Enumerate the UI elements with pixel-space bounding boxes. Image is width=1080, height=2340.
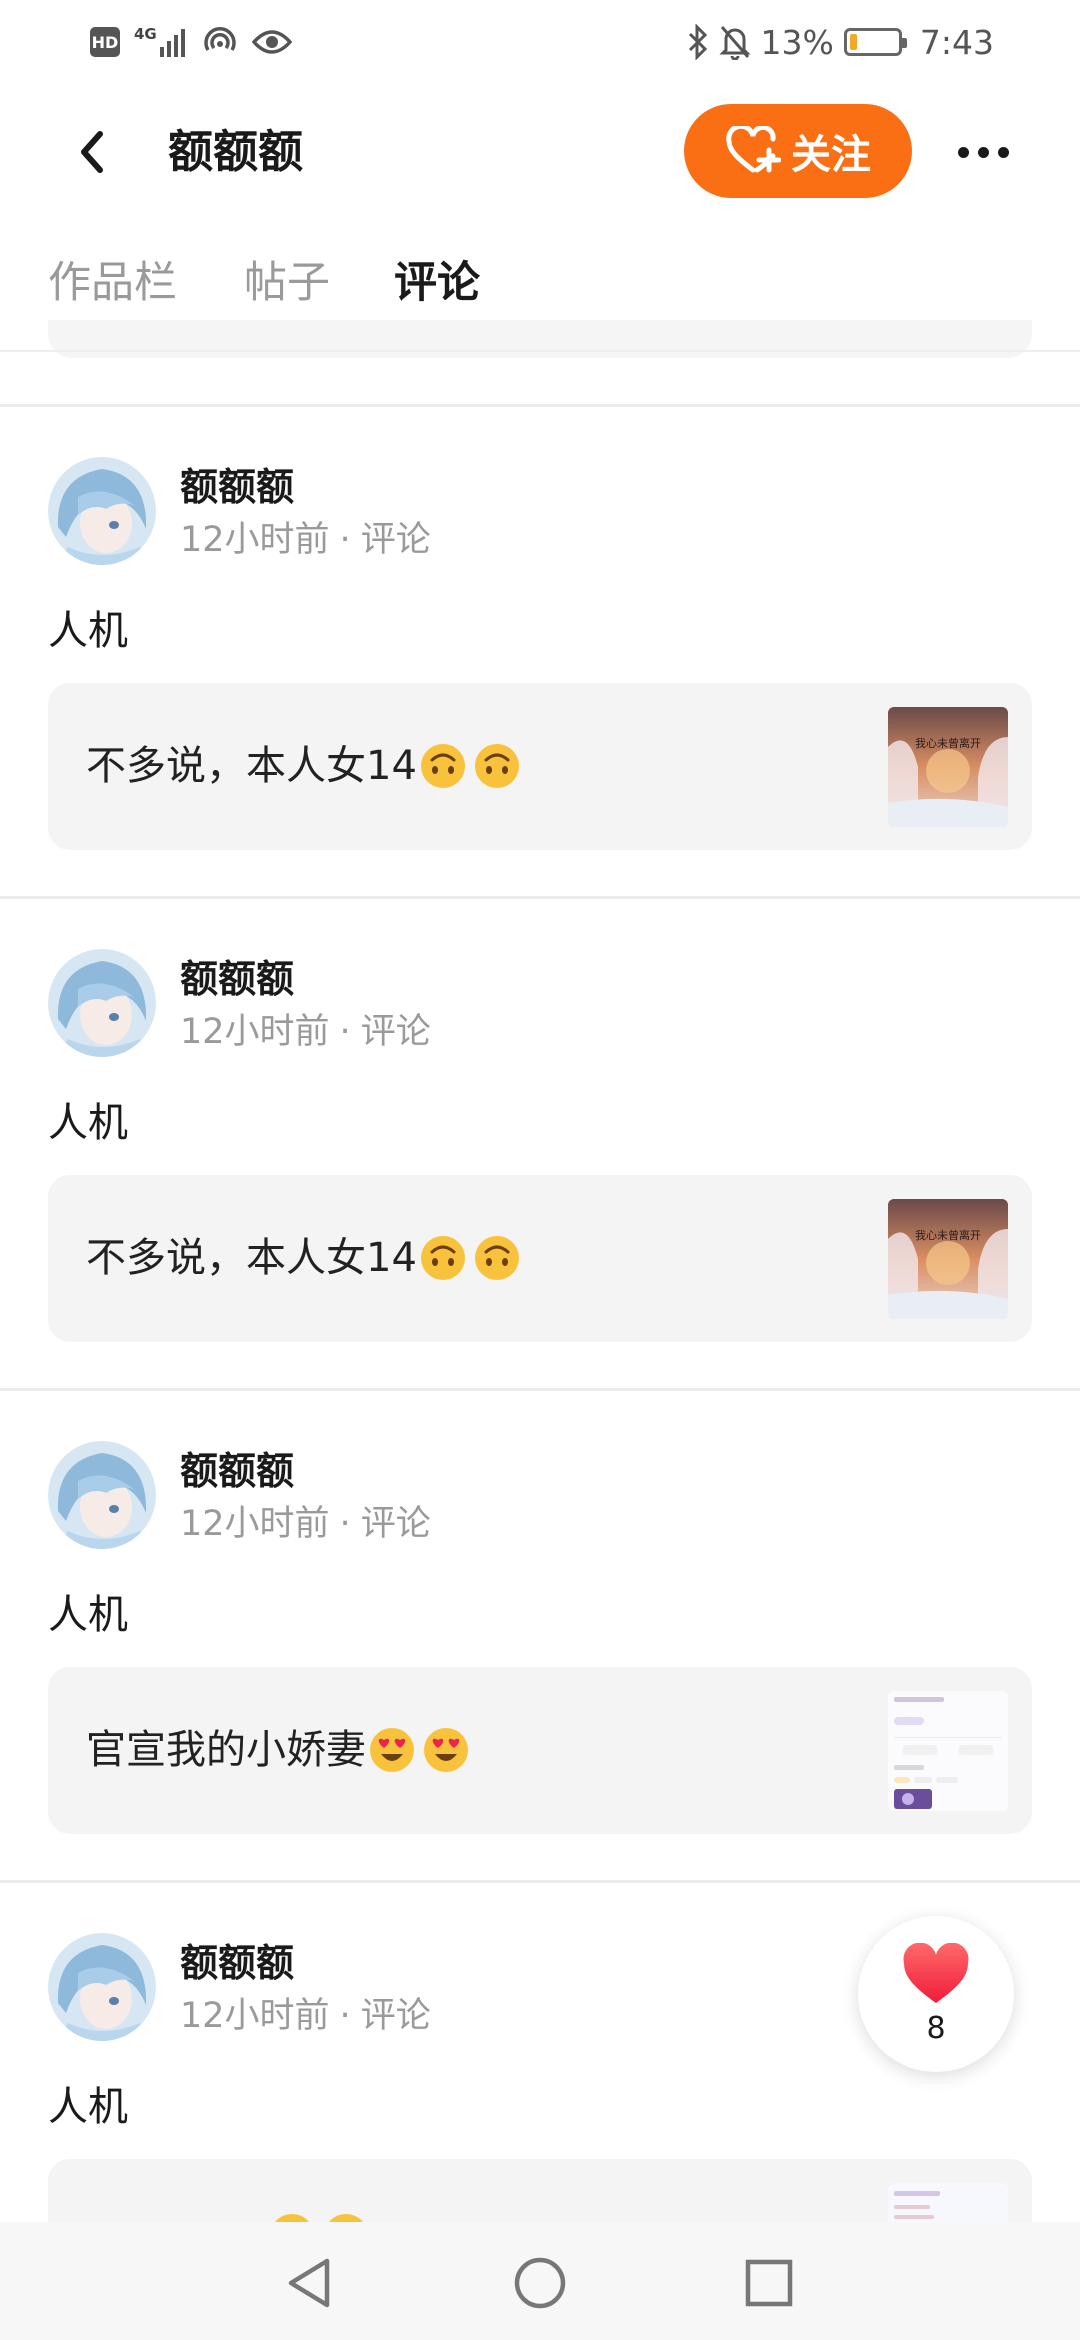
comment-meta: 12小时前 · 评论 xyxy=(180,517,431,563)
signal-bars-icon xyxy=(159,29,185,57)
comment-type: 评论 xyxy=(360,1012,431,1052)
avatar[interactable] xyxy=(48,457,156,565)
circle-home-icon xyxy=(514,2257,566,2309)
quoted-text-row: 不多说，本人女14 xyxy=(86,1228,521,1288)
nav-home-button[interactable] xyxy=(505,2248,575,2318)
comment-text: 人机 xyxy=(48,2084,128,2130)
quoted-post[interactable]: 不多说，本人女14 我心未曾离开 xyxy=(48,683,1032,850)
quoted-thumbnail[interactable]: 我心未曾离开 xyxy=(888,1199,1008,1319)
meta-separator: · xyxy=(339,520,351,560)
tab-posts[interactable]: 帖子 xyxy=(244,253,330,313)
like-count: 8 xyxy=(926,2010,946,2046)
upside-down-face-icon xyxy=(474,744,519,788)
upside-down-face-icon xyxy=(420,1236,465,1280)
author-name[interactable]: 额额额 xyxy=(180,1447,294,1495)
comment-time: 12小时前 xyxy=(180,1504,330,1544)
comment-text: 人机 xyxy=(48,1100,128,1146)
comment-text: 人机 xyxy=(48,608,128,654)
chevron-left-icon xyxy=(81,131,103,173)
comment-item[interactable]: 额额额 12小时前 · 评论 人机 不多说，本人女14 我心未曾离开 xyxy=(0,407,1080,896)
more-button[interactable] xyxy=(950,124,1016,180)
heart-icon xyxy=(903,1942,969,2003)
triangle-back-icon xyxy=(288,2258,330,2308)
quoted-thumbnail[interactable]: 我心未曾离开 xyxy=(888,707,1008,827)
comment-type: 评论 xyxy=(360,1504,431,1544)
meta-separator: · xyxy=(339,1012,351,1052)
comment-meta: 12小时前 · 评论 xyxy=(180,1993,431,2039)
bell-muted-icon xyxy=(718,26,751,60)
battery-percent: 13% xyxy=(760,22,834,62)
author-name[interactable]: 额额额 xyxy=(180,955,294,1003)
comment-type: 评论 xyxy=(360,1996,431,2036)
more-dot xyxy=(957,146,969,158)
comment-item[interactable]: 额额额 12小时前 · 评论 人机 官宣我的小娇妻 xyxy=(0,1391,1080,1880)
battery-fill xyxy=(849,34,857,50)
thumbnail-caption: 我心未曾离开 xyxy=(915,1228,981,1242)
comment-time: 12小时前 xyxy=(180,1996,330,2036)
upside-down-face-icon xyxy=(474,1236,519,1280)
hd-badge: HD xyxy=(90,27,120,57)
battery-nub xyxy=(901,38,907,48)
quoted-post[interactable]: 不多说，本人女14 我心未曾离开 xyxy=(48,1175,1032,1342)
comment-item[interactable]: 额额额 12小时前 · 评论 人机 不多说，本人女14 我心未曾离开 xyxy=(0,899,1080,1388)
upside-down-face-icon xyxy=(420,744,465,788)
tabs-divider xyxy=(0,350,1080,352)
comment-time: 12小时前 xyxy=(180,520,330,560)
like-button[interactable]: 8 xyxy=(858,1916,1014,2072)
more-dot xyxy=(977,146,989,158)
header: 额额额 关注 xyxy=(0,100,1080,204)
nav-back-button[interactable] xyxy=(274,2248,344,2318)
heart-eyes-icon xyxy=(370,1728,414,1772)
emoji-row xyxy=(419,1234,521,1282)
system-nav-bar xyxy=(0,2222,1080,2340)
meta-separator: · xyxy=(339,1504,351,1544)
hotspot-icon xyxy=(204,27,236,51)
app-root: HD 4G 13% 7:43 额额额 关注 作品栏 帖子 评论 额额额 12小时… xyxy=(0,0,1080,2340)
network-signal: 4G xyxy=(134,27,188,57)
eye-comfort-icon xyxy=(251,30,292,54)
bluetooth-icon xyxy=(688,24,707,60)
battery-icon xyxy=(843,28,907,56)
meta-separator: · xyxy=(339,1996,351,2036)
heart-eyes-icon xyxy=(424,1728,468,1772)
thumbnail-caption: 我心未曾离开 xyxy=(915,736,981,750)
avatar[interactable] xyxy=(48,949,156,1057)
back-button[interactable] xyxy=(60,120,124,184)
author-name[interactable]: 额额额 xyxy=(180,1939,294,1987)
clock: 7:43 xyxy=(919,22,994,62)
author-name[interactable]: 额额额 xyxy=(180,463,294,511)
comment-meta: 12小时前 · 评论 xyxy=(180,1501,431,1547)
quoted-post[interactable]: 官宣我的小娇妻 xyxy=(48,1667,1032,1834)
heart-plus-icon xyxy=(726,126,781,173)
more-dot xyxy=(997,146,1009,158)
emoji-row xyxy=(419,742,521,790)
follow-button[interactable]: 关注 xyxy=(684,104,912,198)
quoted-thumbnail[interactable] xyxy=(888,1691,1008,1811)
status-bar: HD 4G 13% 7:43 xyxy=(0,0,1080,86)
comment-text: 人机 xyxy=(48,1592,128,1638)
tab-comments[interactable]: 评论 xyxy=(394,253,480,313)
network-type: 4G xyxy=(134,25,157,43)
quoted-text-row: 不多说，本人女14 xyxy=(86,736,521,796)
nav-recents-button[interactable] xyxy=(734,2248,804,2318)
square-recents-icon xyxy=(745,2259,793,2307)
status-right: 13% 7:43 xyxy=(687,18,994,66)
emoji-row xyxy=(368,1726,470,1774)
comment-time: 12小时前 xyxy=(180,1012,330,1052)
quoted-text: 官宣我的小娇妻 xyxy=(86,1727,366,1773)
previous-quote-card xyxy=(48,320,1032,358)
quoted-text-row: 官宣我的小娇妻 xyxy=(86,1720,470,1780)
status-left: HD 4G xyxy=(90,20,292,64)
follow-label: 关注 xyxy=(791,132,871,178)
comment-type: 评论 xyxy=(360,520,431,560)
comment-meta: 12小时前 · 评论 xyxy=(180,1009,431,1055)
avatar[interactable] xyxy=(48,1441,156,1549)
avatar[interactable] xyxy=(48,1933,156,2041)
tab-works[interactable]: 作品栏 xyxy=(48,253,177,313)
quoted-text: 不多说，本人女14 xyxy=(86,743,417,789)
quoted-text: 不多说，本人女14 xyxy=(86,1235,417,1281)
page-title: 额额额 xyxy=(168,125,304,178)
